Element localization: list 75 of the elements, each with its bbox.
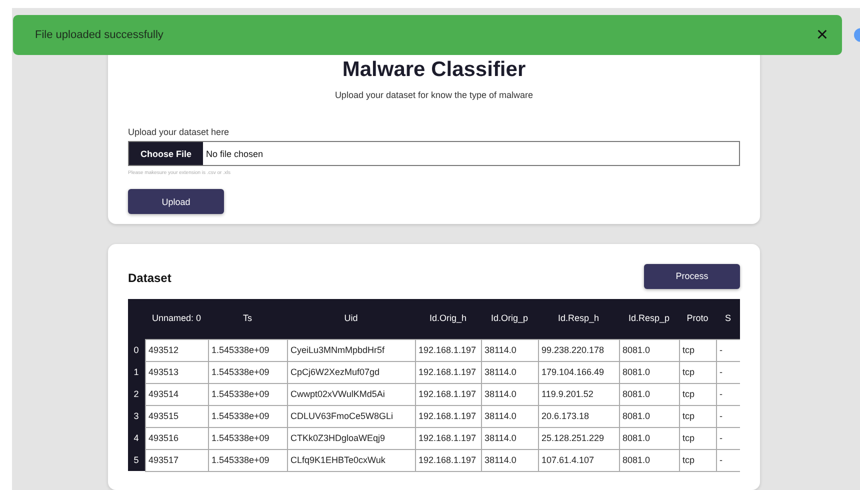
table-cell: 192.168.1.197 — [415, 405, 481, 428]
table-cell: 493517 — [145, 449, 208, 472]
table-cell: 493512 — [145, 339, 208, 362]
table-cell: CDLUV63FmoCe5W8GLi — [287, 405, 415, 428]
table-cell: 119.9.201.52 — [538, 383, 619, 406]
table-cell: 493516 — [145, 427, 208, 450]
row-index: 4 — [128, 427, 145, 450]
table-cell: 38114.0 — [481, 383, 538, 406]
table-cell: - — [716, 339, 740, 362]
table-cell: 8081.0 — [619, 427, 679, 450]
table-cell: 38114.0 — [481, 361, 538, 384]
table-cell: 107.61.4.107 — [538, 449, 619, 472]
table-cell: CyeiLu3MNmMpbdHr5f — [287, 339, 415, 362]
table-cell: tcp — [679, 383, 716, 406]
upload-button[interactable]: Upload — [128, 189, 224, 214]
close-button[interactable]: × — [812, 25, 832, 45]
table-cell: Cwwpt02xVWulKMd5Ai — [287, 383, 415, 406]
table-cell: 192.168.1.197 — [415, 449, 481, 472]
table-cell: 1.545338e+09 — [208, 383, 287, 406]
table-cell: 8081.0 — [619, 383, 679, 406]
table-cell: CpCj6W2XezMuf07gd — [287, 361, 415, 384]
column-header: Id.Resp_h — [538, 298, 619, 340]
table-cell: 20.6.173.18 — [538, 405, 619, 428]
table-cell: 1.545338e+09 — [208, 361, 287, 384]
table-cell: tcp — [679, 449, 716, 472]
row-index: 3 — [128, 405, 145, 428]
file-status: No file chosen — [206, 148, 264, 158]
table-cell: 38114.0 — [481, 405, 538, 428]
table-cell: tcp — [679, 361, 716, 384]
row-index: 5 — [128, 449, 145, 472]
table-cell: 192.168.1.197 — [415, 427, 481, 450]
column-header: Id.Resp_p — [619, 298, 679, 340]
row-index: 1 — [128, 361, 145, 384]
table-cell: tcp — [679, 339, 716, 362]
subtitle: Upload your dataset for know the type of malware — [334, 90, 534, 100]
process-button[interactable]: Process — [644, 264, 740, 289]
table-cell: 1.545338e+09 — [208, 449, 287, 472]
row-index: 0 — [128, 339, 145, 362]
choose-file-button[interactable]: Choose File — [129, 142, 203, 165]
column-header: S — [716, 298, 740, 340]
table-cell: 179.104.166.49 — [538, 361, 619, 384]
table-cell: 493515 — [145, 405, 208, 428]
table-cell: 192.168.1.197 — [415, 383, 481, 406]
column-header: Proto — [679, 298, 716, 340]
table-cell: 38114.0 — [481, 449, 538, 472]
column-header: Ts — [208, 298, 287, 340]
section-title: Dataset — [128, 271, 172, 286]
table-cell: 38114.0 — [481, 339, 538, 362]
table-cell: 8081.0 — [619, 449, 679, 472]
table-cell: 38114.0 — [481, 427, 538, 450]
table-cell: 8081.0 — [619, 405, 679, 428]
table-cell: 192.168.1.197 — [415, 361, 481, 384]
column-header: Id.Orig_h — [415, 298, 481, 340]
table-cell: 25.128.251.229 — [538, 427, 619, 450]
table-cell: 1.545338e+09 — [208, 427, 287, 450]
table-cell: 1.545338e+09 — [208, 339, 287, 362]
column-header: Uid — [287, 298, 415, 340]
table-cell: tcp — [679, 427, 716, 450]
row-index: 2 — [128, 383, 145, 406]
field-label: Upload your dataset here — [128, 127, 230, 137]
page-title: Malware Classifier — [341, 58, 527, 82]
table-cell: 192.168.1.197 — [415, 339, 481, 362]
table-cell: 8081.0 — [619, 339, 679, 362]
toast-message: File uploaded successfully — [35, 29, 164, 41]
column-header: Unnamed: 0 — [145, 298, 208, 340]
table-cell: 493513 — [145, 361, 208, 384]
table-cell: 493514 — [145, 383, 208, 406]
table-cell: tcp — [679, 405, 716, 428]
table-cell: CTKk0Z3HDgloaWEqj9 — [287, 427, 415, 450]
file-input-field[interactable]: Choose File No file chosen — [128, 141, 740, 166]
table-cell: 8081.0 — [619, 361, 679, 384]
table-cell: 1.545338e+09 — [208, 405, 287, 428]
table-cell: 99.238.220.178 — [538, 339, 619, 362]
column-header: Id.Orig_p — [481, 298, 538, 340]
table-cell: CLfq9K1EHBTe0cxWuk — [287, 449, 415, 472]
